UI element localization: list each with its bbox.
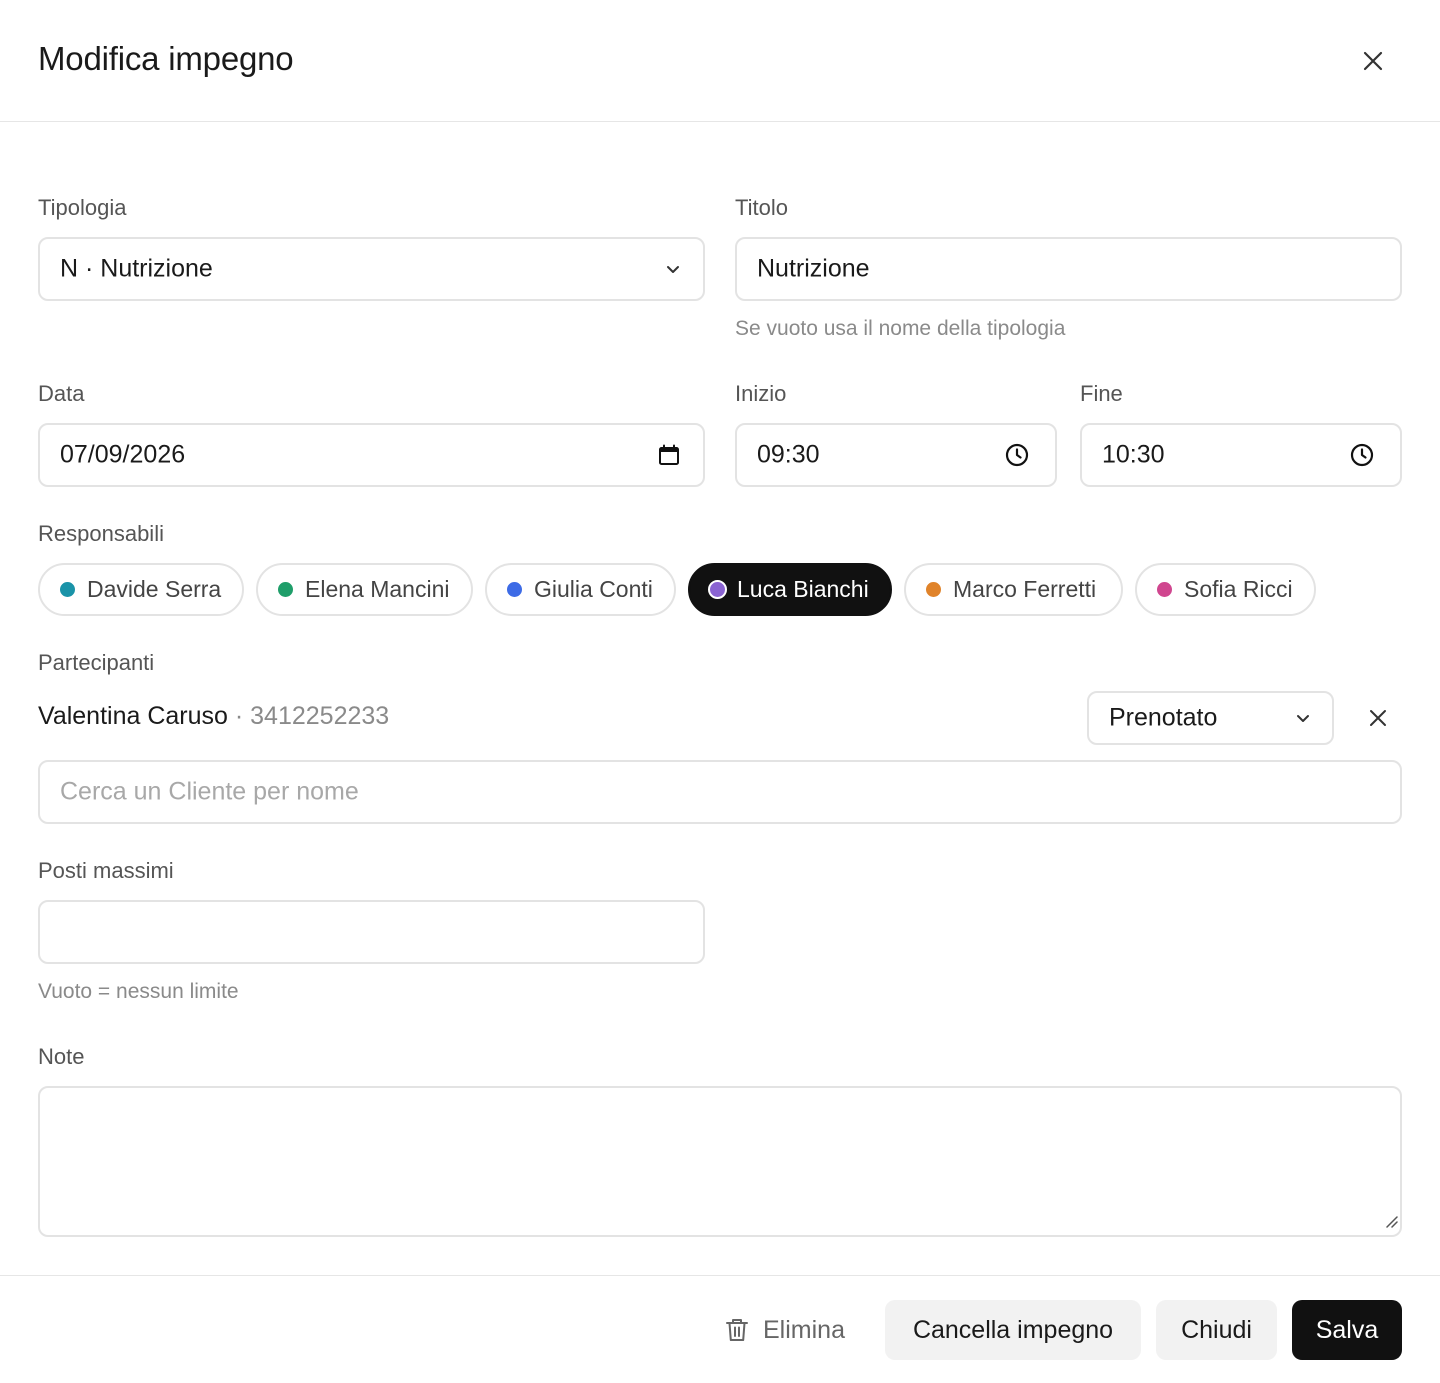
remove-participant-button[interactable] bbox=[1364, 704, 1392, 732]
responsabili-label: Responsabili bbox=[38, 521, 164, 546]
color-dot bbox=[60, 582, 75, 597]
posti-massimi-hint: Vuoto = nessun limite bbox=[38, 980, 239, 1003]
responsabile-name: Luca Bianchi bbox=[737, 576, 869, 602]
close-icon bbox=[1363, 51, 1383, 71]
inizio-label: Inizio bbox=[735, 381, 787, 406]
responsabile-name: Davide Serra bbox=[87, 576, 222, 602]
clock-icon[interactable] bbox=[1350, 443, 1374, 467]
dialog-title: Modifica impegno bbox=[38, 40, 294, 77]
color-dot bbox=[926, 582, 941, 597]
delete-button-label: Elimina bbox=[763, 1315, 845, 1344]
start-time-value: 09:30 bbox=[757, 440, 820, 469]
note-textarea[interactable] bbox=[38, 1086, 1402, 1237]
date-value: 07/09/2026 bbox=[60, 440, 186, 469]
data-label: Data bbox=[38, 381, 85, 406]
clock-icon[interactable] bbox=[1005, 443, 1029, 467]
participant-phone: 3412252233 bbox=[250, 702, 390, 730]
responsabile-name: Elena Mancini bbox=[305, 576, 450, 602]
responsabile-chip-selected[interactable]: Luca Bianchi bbox=[688, 563, 892, 616]
fine-label: Fine bbox=[1080, 381, 1123, 406]
partecipanti-label: Partecipanti bbox=[38, 650, 155, 675]
cancel-appointment-button[interactable]: Cancella impegno bbox=[885, 1300, 1141, 1360]
participant-row: Valentina Caruso · 3412252233 bbox=[38, 702, 389, 731]
client-search-placeholder: Cerca un Cliente per nome bbox=[60, 777, 359, 806]
color-dot bbox=[278, 582, 293, 597]
close-dialog-button[interactable] bbox=[1356, 44, 1390, 78]
responsabile-chip[interactable]: Elena Mancini bbox=[256, 563, 473, 616]
responsabile-name: Sofia Ricci bbox=[1184, 576, 1293, 602]
edit-appointment-dialog: Modifica impegno Tipologia N · Nutrizion… bbox=[0, 0, 1440, 1383]
chevron-down-icon bbox=[664, 260, 682, 278]
chevron-down-icon bbox=[1294, 709, 1312, 727]
responsabile-chip[interactable]: Sofia Ricci bbox=[1135, 563, 1316, 616]
tipologia-select[interactable]: N · Nutrizione bbox=[38, 237, 705, 301]
date-input[interactable]: 07/09/2026 bbox=[38, 423, 705, 487]
delete-button[interactable]: Elimina bbox=[712, 1300, 858, 1360]
close-button[interactable]: Chiudi bbox=[1156, 1300, 1277, 1360]
tipologia-label: Tipologia bbox=[38, 195, 127, 220]
color-dot bbox=[1157, 582, 1172, 597]
close-icon bbox=[1370, 710, 1386, 726]
start-time-input[interactable]: 09:30 bbox=[735, 423, 1057, 487]
responsabile-chip[interactable]: Davide Serra bbox=[38, 563, 244, 616]
note-label: Note bbox=[38, 1044, 85, 1069]
color-dot bbox=[708, 580, 727, 599]
max-seats-input[interactable] bbox=[38, 900, 705, 964]
titolo-hint: Se vuoto usa il nome della tipologia bbox=[735, 317, 1066, 340]
responsabile-name: Marco Ferretti bbox=[953, 576, 1097, 602]
save-button[interactable]: Salva bbox=[1292, 1300, 1402, 1360]
calendar-icon[interactable] bbox=[658, 444, 680, 466]
posti-massimi-label: Posti massimi bbox=[38, 858, 174, 883]
titolo-label: Titolo bbox=[735, 195, 788, 220]
participant-name: Valentina Caruso bbox=[38, 702, 228, 730]
end-time-value: 10:30 bbox=[1102, 440, 1165, 469]
responsabile-name: Giulia Conti bbox=[534, 576, 653, 602]
tipologia-value: N · Nutrizione bbox=[60, 254, 213, 283]
client-search-input[interactable]: Cerca un Cliente per nome bbox=[38, 760, 1402, 824]
end-time-input[interactable]: 10:30 bbox=[1080, 423, 1402, 487]
close-button-label: Chiudi bbox=[1181, 1315, 1252, 1344]
responsabile-chip[interactable]: Marco Ferretti bbox=[904, 563, 1123, 616]
participant-status-select[interactable]: Prenotato bbox=[1087, 691, 1334, 745]
titolo-value: Nutrizione bbox=[757, 254, 870, 283]
trash-icon bbox=[726, 1319, 748, 1341]
dialog-footer: Elimina Cancella impegno Chiudi Salva bbox=[0, 1275, 1440, 1383]
dialog-header: Modifica impegno bbox=[0, 0, 1440, 122]
resize-handle-icon[interactable] bbox=[1384, 1214, 1398, 1233]
participant-status-value: Prenotato bbox=[1109, 703, 1218, 732]
participant-separator: · bbox=[227, 702, 251, 730]
color-dot bbox=[507, 582, 522, 597]
cancel-appointment-label: Cancella impegno bbox=[912, 1315, 1114, 1344]
responsabile-chip[interactable]: Giulia Conti bbox=[485, 563, 676, 616]
titolo-input[interactable]: Nutrizione bbox=[735, 237, 1402, 301]
save-button-label: Salva bbox=[1315, 1315, 1379, 1344]
